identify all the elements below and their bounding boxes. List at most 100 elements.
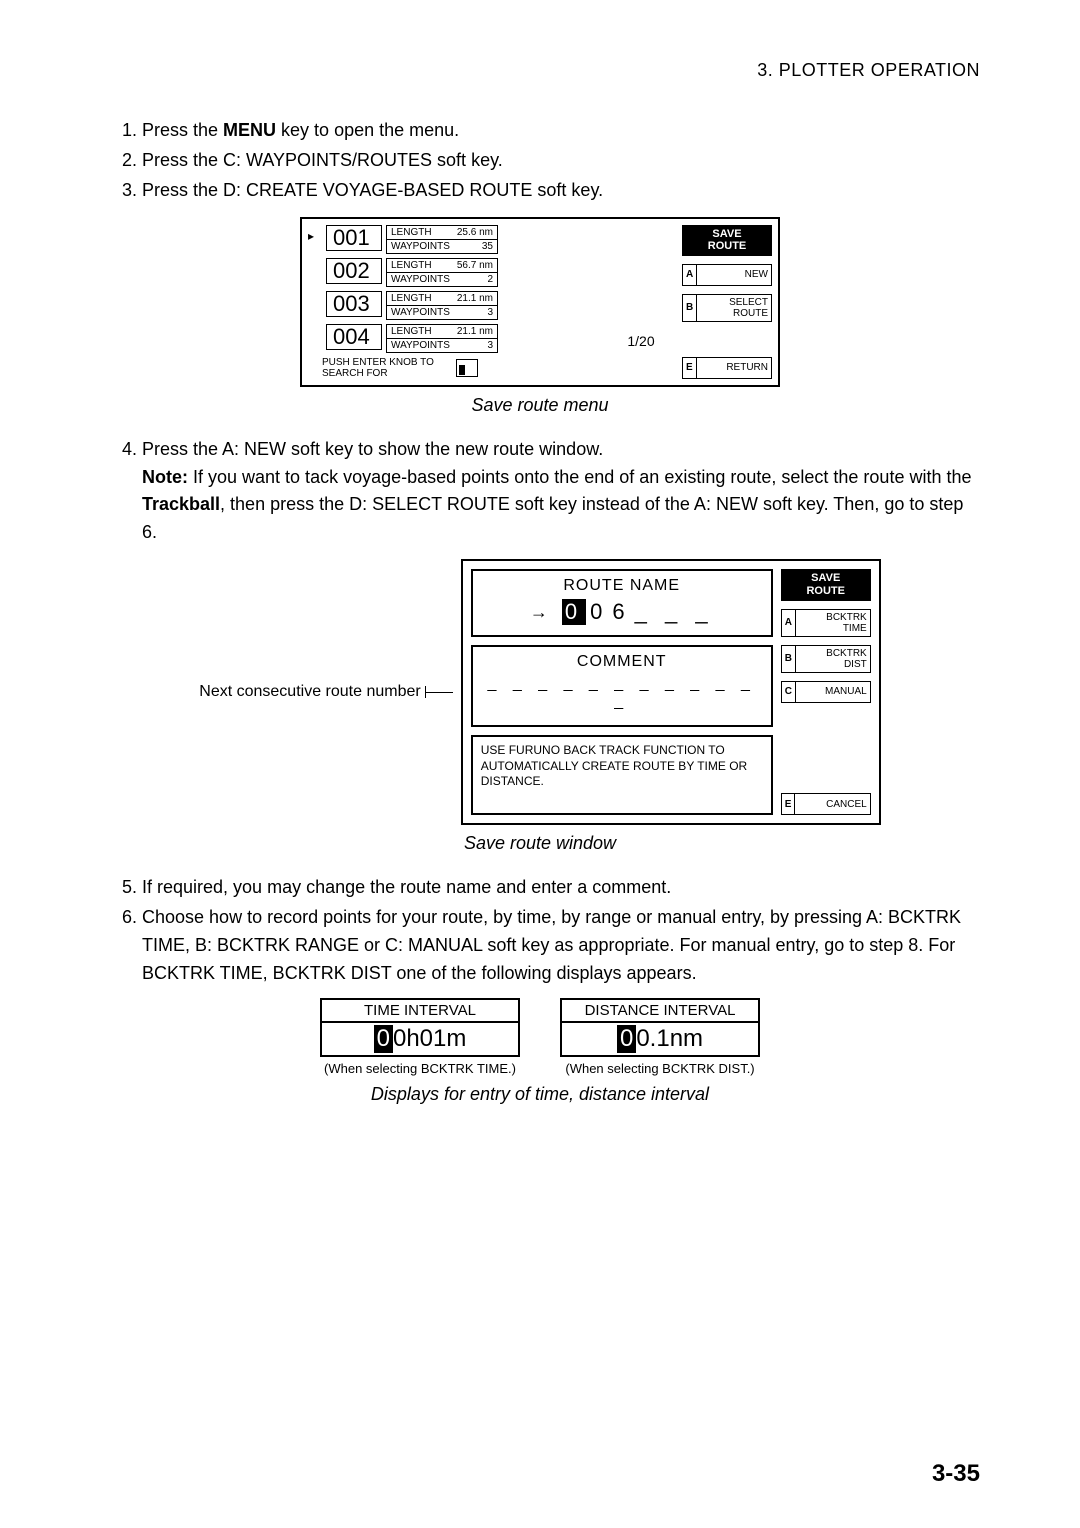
softkey-label: SELECTROUTE [697, 295, 771, 321]
route-stats: LENGTH25.6 nm WAYPOINTS35 [386, 225, 498, 254]
waypoints-value: 35 [482, 241, 493, 252]
step-6: Choose how to record points for your rou… [142, 904, 980, 988]
length-value: 25.6 nm [457, 227, 493, 238]
figure-caption: Save route window [100, 833, 980, 854]
softkey-label: NEW [697, 265, 771, 285]
softkey-key: B [683, 295, 697, 321]
route-entry[interactable]: 003 LENGTH21.1 nm WAYPOINTS3 [308, 291, 600, 320]
softkey-key: E [782, 794, 796, 814]
panel-title: SAVE ROUTE [682, 225, 772, 256]
step-1-key: MENU [223, 120, 276, 140]
panel-title: SAVE ROUTE [781, 569, 871, 600]
softkey-label: MANUAL [796, 682, 870, 702]
step-list-1: Press the MENU key to open the menu. Pre… [100, 117, 980, 205]
step-1: Press the MENU key to open the menu. [142, 117, 980, 145]
figure-save-route-window: Next consecutive route number ROUTE NAME… [100, 559, 980, 825]
softkey-e-cancel[interactable]: E CANCEL [781, 793, 871, 815]
page-indicator: 1/20 [606, 225, 676, 379]
blanks: _ _ _ [635, 599, 714, 625]
length-value: 56.7 nm [457, 260, 493, 271]
step-4-note: Note: If you want to tack voyage-based p… [142, 464, 980, 548]
note-text-1: If you want to tack voyage-based points … [188, 467, 971, 487]
note-label: Note: [142, 467, 188, 487]
arrow-right-icon: → [530, 602, 554, 623]
comment-field[interactable]: COMMENT _ _ _ _ _ _ _ _ _ _ _ _ [471, 645, 773, 727]
softkey-e-return[interactable]: E RETURN [682, 357, 772, 379]
waypoints-label: WAYPOINTS [391, 241, 450, 252]
save-route-window-screen: ROUTE NAME → 0 0 6 _ _ _ COMMENT _ _ _ _… [461, 559, 881, 825]
route-stats: LENGTH21.1 nm WAYPOINTS3 [386, 291, 498, 320]
softkey-key: B [782, 646, 796, 672]
info-text: USE FURUNO BACK TRACK FUNCTION TO AUTOMA… [471, 735, 773, 815]
length-label: LENGTH [391, 260, 432, 271]
comment-label: COMMENT [481, 653, 763, 671]
softkey-a-bcktrk-time[interactable]: A BCKTRKTIME [781, 609, 871, 637]
waypoints-value: 2 [487, 274, 493, 285]
save-route-menu-screen: ▸ 001 LENGTH25.6 nm WAYPOINTS35 002 [300, 217, 780, 387]
softkey-b-select-route[interactable]: B SELECTROUTE [682, 294, 772, 322]
dist-val-rest: 0.1nm [636, 1025, 703, 1052]
cursor-char: 0 [562, 599, 586, 625]
section-header: 3. PLOTTER OPERATION [100, 60, 980, 81]
left-column: ROUTE NAME → 0 0 6 _ _ _ COMMENT _ _ _ _… [471, 569, 773, 815]
digit: 6 [612, 599, 630, 625]
step-1-a: Press the [142, 120, 223, 140]
softkey-a-new[interactable]: A NEW [682, 264, 772, 286]
figure-caption: Save route menu [100, 395, 980, 416]
step-5: If required, you may change the route na… [142, 874, 980, 902]
route-entry[interactable]: 004 LENGTH 21.1 nm WAYPOINTS 3 [308, 324, 600, 353]
length-label: LENGTH [391, 326, 432, 337]
annotation-text: Next consecutive route number [199, 683, 420, 701]
selection-arrow-icon [308, 258, 322, 287]
distance-interval-note: (When selecting BCKTRK DIST.) [565, 1061, 754, 1076]
route-number: 003 [326, 291, 382, 317]
time-interval-label: TIME INTERVAL [320, 998, 520, 1021]
time-interval-note: (When selecting BCKTRK TIME.) [324, 1061, 516, 1076]
time-interval-value[interactable]: 00h01m [320, 1021, 520, 1057]
softkey-key: C [782, 682, 796, 702]
page: 3. PLOTTER OPERATION Press the MENU key … [0, 0, 1080, 1528]
softkey-c-manual[interactable]: C MANUAL [781, 681, 871, 703]
selection-arrow-icon: ▸ [308, 225, 322, 254]
cursor-char: 0 [374, 1025, 393, 1053]
softkey-key: E [683, 358, 697, 378]
waypoints-value: 3 [487, 307, 493, 318]
route-name-value: → 0 0 6 _ _ _ [481, 599, 763, 625]
waypoints-label: WAYPOINTS [391, 274, 450, 285]
selection-arrow-icon [308, 324, 322, 353]
route-number: 004 [326, 324, 382, 350]
softkey-label: BCKTRKTIME [796, 610, 870, 636]
route-entry[interactable]: 002 LENGTH56.7 nm WAYPOINTS2 [308, 258, 600, 287]
step-4: Press the A: NEW soft key to show the ne… [142, 436, 980, 548]
time-val-rest: 0h01m [393, 1025, 466, 1052]
page-number: 3-35 [932, 1460, 980, 1488]
route-entry[interactable]: ▸ 001 LENGTH25.6 nm WAYPOINTS35 [308, 225, 600, 254]
distance-interval-value[interactable]: 00.1nm [560, 1021, 760, 1057]
search-input[interactable] [456, 359, 478, 377]
cursor-icon [459, 365, 465, 375]
figure-save-route-menu: ▸ 001 LENGTH25.6 nm WAYPOINTS35 002 [100, 217, 980, 387]
selection-arrow-icon [308, 291, 322, 320]
time-interval-box: TIME INTERVAL 00h01m (When selecting BCK… [320, 998, 520, 1076]
waypoints-value: 3 [487, 340, 493, 351]
search-hint: PUSH ENTER KNOB TO SEARCH FOR [308, 357, 600, 379]
softkey-column: SAVE ROUTE A NEW B SELECTROUTE E RETURN [682, 225, 772, 379]
route-number: 001 [326, 225, 382, 251]
digit: 0 [590, 599, 608, 625]
waypoints-label: WAYPOINTS [391, 307, 450, 318]
softkey-column: SAVE ROUTE A BCKTRKTIME B BCKTRKDIST C M… [781, 569, 871, 815]
cursor-char: 0 [617, 1025, 636, 1053]
step-list-3: If required, you may change the route na… [100, 874, 980, 988]
route-list-column: ▸ 001 LENGTH25.6 nm WAYPOINTS35 002 [308, 225, 600, 379]
distance-interval-label: DISTANCE INTERVAL [560, 998, 760, 1021]
comment-blanks: _ _ _ _ _ _ _ _ _ _ _ _ [481, 675, 763, 711]
route-name-field[interactable]: ROUTE NAME → 0 0 6 _ _ _ [471, 569, 773, 637]
softkey-label: CANCEL [795, 794, 869, 814]
note-text-2: , then press the D: SELECT ROUTE soft ke… [142, 494, 963, 542]
length-value: 21.1 nm [457, 326, 493, 337]
trackball-word: Trackball [142, 494, 220, 514]
softkey-b-bcktrk-dist[interactable]: B BCKTRKDIST [781, 645, 871, 673]
waypoints-label: WAYPOINTS [391, 340, 450, 351]
figure-interval-displays: TIME INTERVAL 00h01m (When selecting BCK… [100, 998, 980, 1076]
step-1-c: key to open the menu. [276, 120, 459, 140]
